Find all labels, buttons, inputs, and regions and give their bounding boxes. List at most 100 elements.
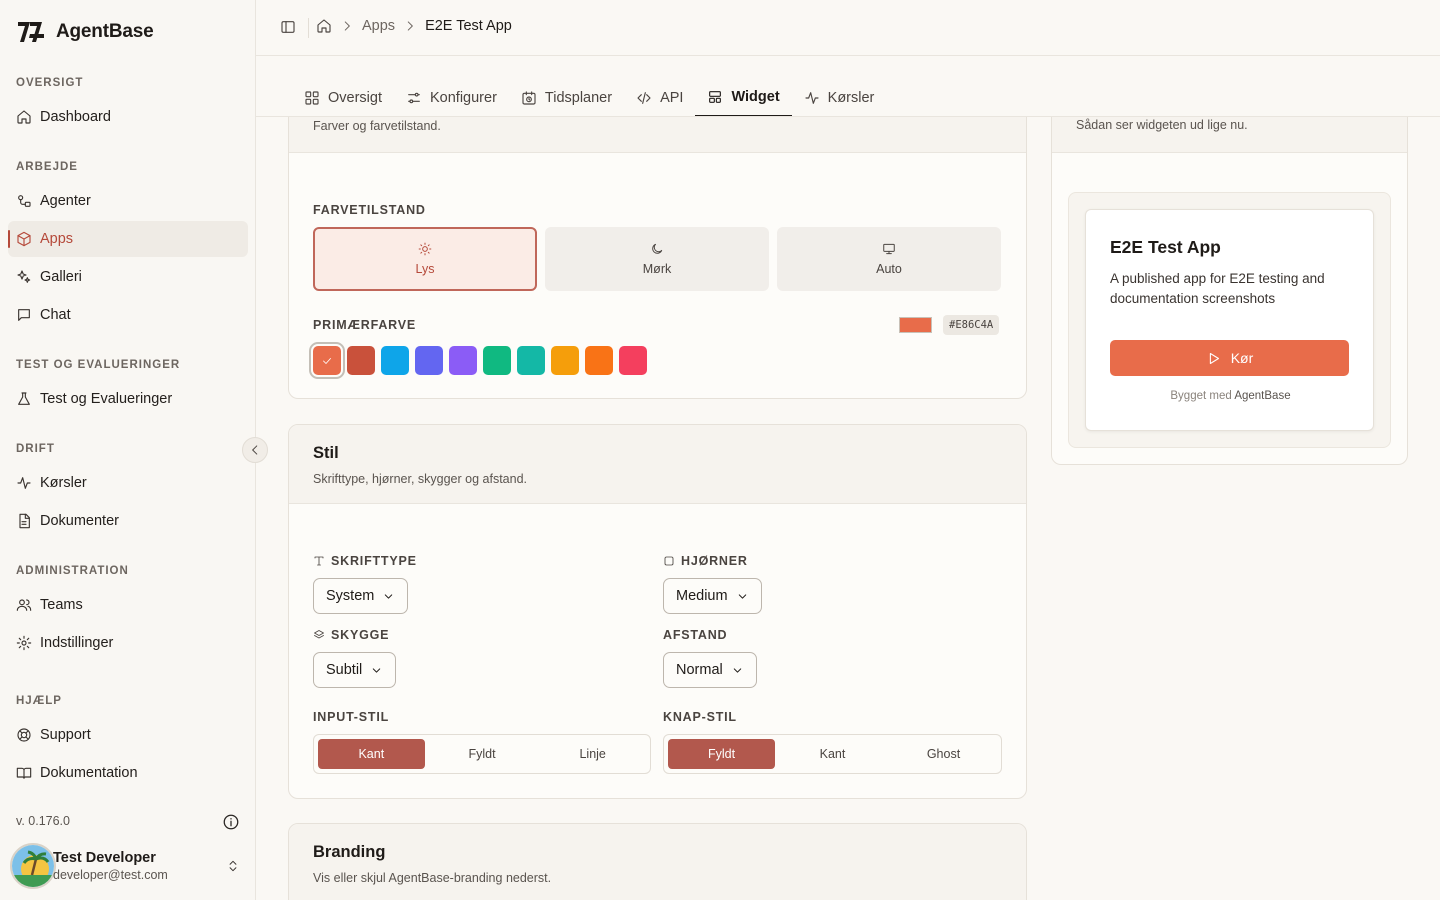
widget-run-button[interactable]: Kør: [1110, 340, 1349, 376]
sidebar-item-apps[interactable]: Apps: [8, 221, 248, 257]
sidebar-item-label: Dashboard: [40, 109, 111, 125]
user-info: Test Developer developer@test.com: [53, 850, 168, 882]
swatch-7[interactable]: [551, 346, 579, 375]
app-version: v. 0.176.0: [16, 814, 70, 828]
chevron-right-icon: [344, 21, 350, 31]
swatch-5[interactable]: [483, 346, 511, 375]
home-icon[interactable]: [316, 18, 332, 34]
sidebar-item-agenter[interactable]: Agenter: [8, 183, 248, 219]
colors-card-subtitle: Farver og farvetilstand.: [313, 119, 441, 133]
activity-icon: [805, 91, 819, 104]
shadow-select[interactable]: Subtil: [313, 652, 397, 688]
style-card-header: Stil Skrifttype, hjørner, skygger og afs…: [289, 425, 1026, 504]
swatch-6[interactable]: [517, 346, 545, 375]
button-style-option-kant[interactable]: Kant: [779, 739, 886, 769]
nav-section-hjaelp: HJÆLP Support Dokumentation: [0, 695, 256, 791]
tab-oversigt[interactable]: Oversigt: [292, 78, 394, 117]
panel-toggle-icon[interactable]: [280, 19, 296, 35]
mode-dark-button[interactable]: Mørk: [545, 227, 769, 291]
brand-name: AgentBase: [56, 21, 154, 42]
font-select[interactable]: System: [313, 578, 409, 614]
user-menu[interactable]: Test Developer developer@test.com: [10, 842, 248, 890]
agents-icon: [18, 195, 31, 207]
swatch-9[interactable]: [619, 346, 647, 375]
info-icon[interactable]: [222, 813, 240, 831]
sun-icon: [418, 242, 432, 256]
chevron-down-icon: [738, 593, 746, 599]
sidebar-item-teams[interactable]: Teams: [8, 587, 248, 623]
sidebar-item-label: Chat: [40, 307, 71, 323]
document-icon: [19, 513, 30, 529]
activity-icon: [17, 477, 31, 489]
widget-run-label: Kør: [1230, 350, 1254, 366]
button-style-option-fyldt[interactable]: Fyldt: [668, 739, 775, 769]
layout-icon: [709, 90, 722, 103]
tab-konfigurer[interactable]: Konfigurer: [394, 78, 509, 117]
mode-dark-label: Mørk: [642, 262, 672, 276]
gear-icon: [16, 635, 32, 651]
sidebar-item-label: Apps: [40, 231, 74, 247]
sidebar-item-korsler[interactable]: Kørsler: [8, 465, 248, 501]
input-style-option-fyldt[interactable]: Fyldt: [429, 739, 536, 769]
tab-label: Oversigt: [328, 89, 382, 106]
swatch-3[interactable]: [415, 346, 443, 375]
spacing-select-value: Normal: [676, 662, 723, 678]
nav-section-oversigt: OVERSIGT Dashboard: [0, 77, 256, 135]
widget-footer-brand[interactable]: AgentBase: [1234, 390, 1290, 402]
tab-tidsplaner[interactable]: Tidsplaner: [509, 78, 624, 117]
shadow-label-text: SKYGGE: [331, 628, 390, 642]
tab-api[interactable]: API: [624, 78, 695, 117]
grid-icon: [305, 90, 319, 105]
brand[interactable]: AgentBase: [16, 18, 154, 46]
breadcrumb-apps-link[interactable]: Apps: [362, 18, 395, 34]
sidebar-item-dokumentation[interactable]: Dokumentation: [8, 755, 248, 791]
tab-widget[interactable]: Widget: [695, 78, 792, 117]
swatch-1[interactable]: [347, 346, 375, 375]
collapse-sidebar-button[interactable]: [242, 437, 268, 463]
sidebar-item-test-og-evalueringer[interactable]: Test og Evalueringer: [8, 381, 248, 417]
spacing-label: AFSTAND: [663, 628, 728, 642]
widget-footer-prefix: Bygget med: [1170, 390, 1232, 402]
nav-section-drift: DRIFT Kørsler Dokumenter: [0, 443, 256, 539]
spacing-select[interactable]: Normal: [663, 652, 757, 688]
mode-light-label: Lys: [415, 262, 435, 276]
user-email: developer@test.com: [53, 868, 168, 882]
sidebar-item-galleri[interactable]: Galleri: [8, 259, 248, 295]
avatar: [10, 843, 56, 889]
tab-korsler[interactable]: Kørsler: [792, 78, 887, 117]
corners-select-value: Medium: [676, 588, 728, 604]
tab-label: Kørsler: [827, 89, 875, 106]
sidebar-item-chat[interactable]: Chat: [8, 297, 248, 333]
swatch-0[interactable]: [309, 342, 345, 379]
sliders-icon: [408, 92, 420, 103]
type-icon: [314, 556, 324, 566]
sidebar-item-label: Galleri: [40, 269, 82, 285]
calendar-clock-icon: [522, 90, 536, 105]
sidebar-item-dokumenter[interactable]: Dokumenter: [8, 503, 248, 539]
input-style-option-kant[interactable]: Kant: [318, 739, 425, 769]
button-style-label: KNAP-STIL: [663, 710, 737, 724]
check-icon: [323, 357, 331, 364]
sidebar-item-indstillinger[interactable]: Indstillinger: [8, 625, 248, 661]
shadow-label: SKYGGE: [313, 628, 389, 642]
swatch-8[interactable]: [585, 346, 613, 375]
swatch-4[interactable]: [449, 346, 477, 375]
sidebar-item-support[interactable]: Support: [8, 717, 248, 753]
tab-label: Konfigurer: [430, 89, 497, 106]
branding-card-title: Branding: [313, 843, 386, 861]
sidebar-item-dashboard[interactable]: Dashboard: [8, 99, 248, 135]
mode-auto-button[interactable]: Auto: [777, 227, 1001, 291]
button-style-option-ghost[interactable]: Ghost: [890, 739, 997, 769]
swatch-2[interactable]: [381, 346, 409, 375]
corners-select[interactable]: Medium: [663, 578, 762, 614]
input-style-label: INPUT-STIL: [313, 710, 390, 724]
sidebar-item-label: Indstillinger: [40, 635, 114, 651]
code-icon: [637, 91, 651, 104]
input-style-option-linje[interactable]: Linje: [539, 739, 646, 769]
primary-color-preview[interactable]: [899, 317, 932, 333]
primary-color-hex: #E86C4A: [943, 315, 1000, 335]
mode-auto-label: Auto: [876, 262, 902, 276]
widget-preview: E2E Test App A published app for E2E tes…: [1085, 209, 1374, 431]
avatar-image: [12, 845, 54, 887]
mode-light-button[interactable]: Lys: [313, 227, 537, 291]
